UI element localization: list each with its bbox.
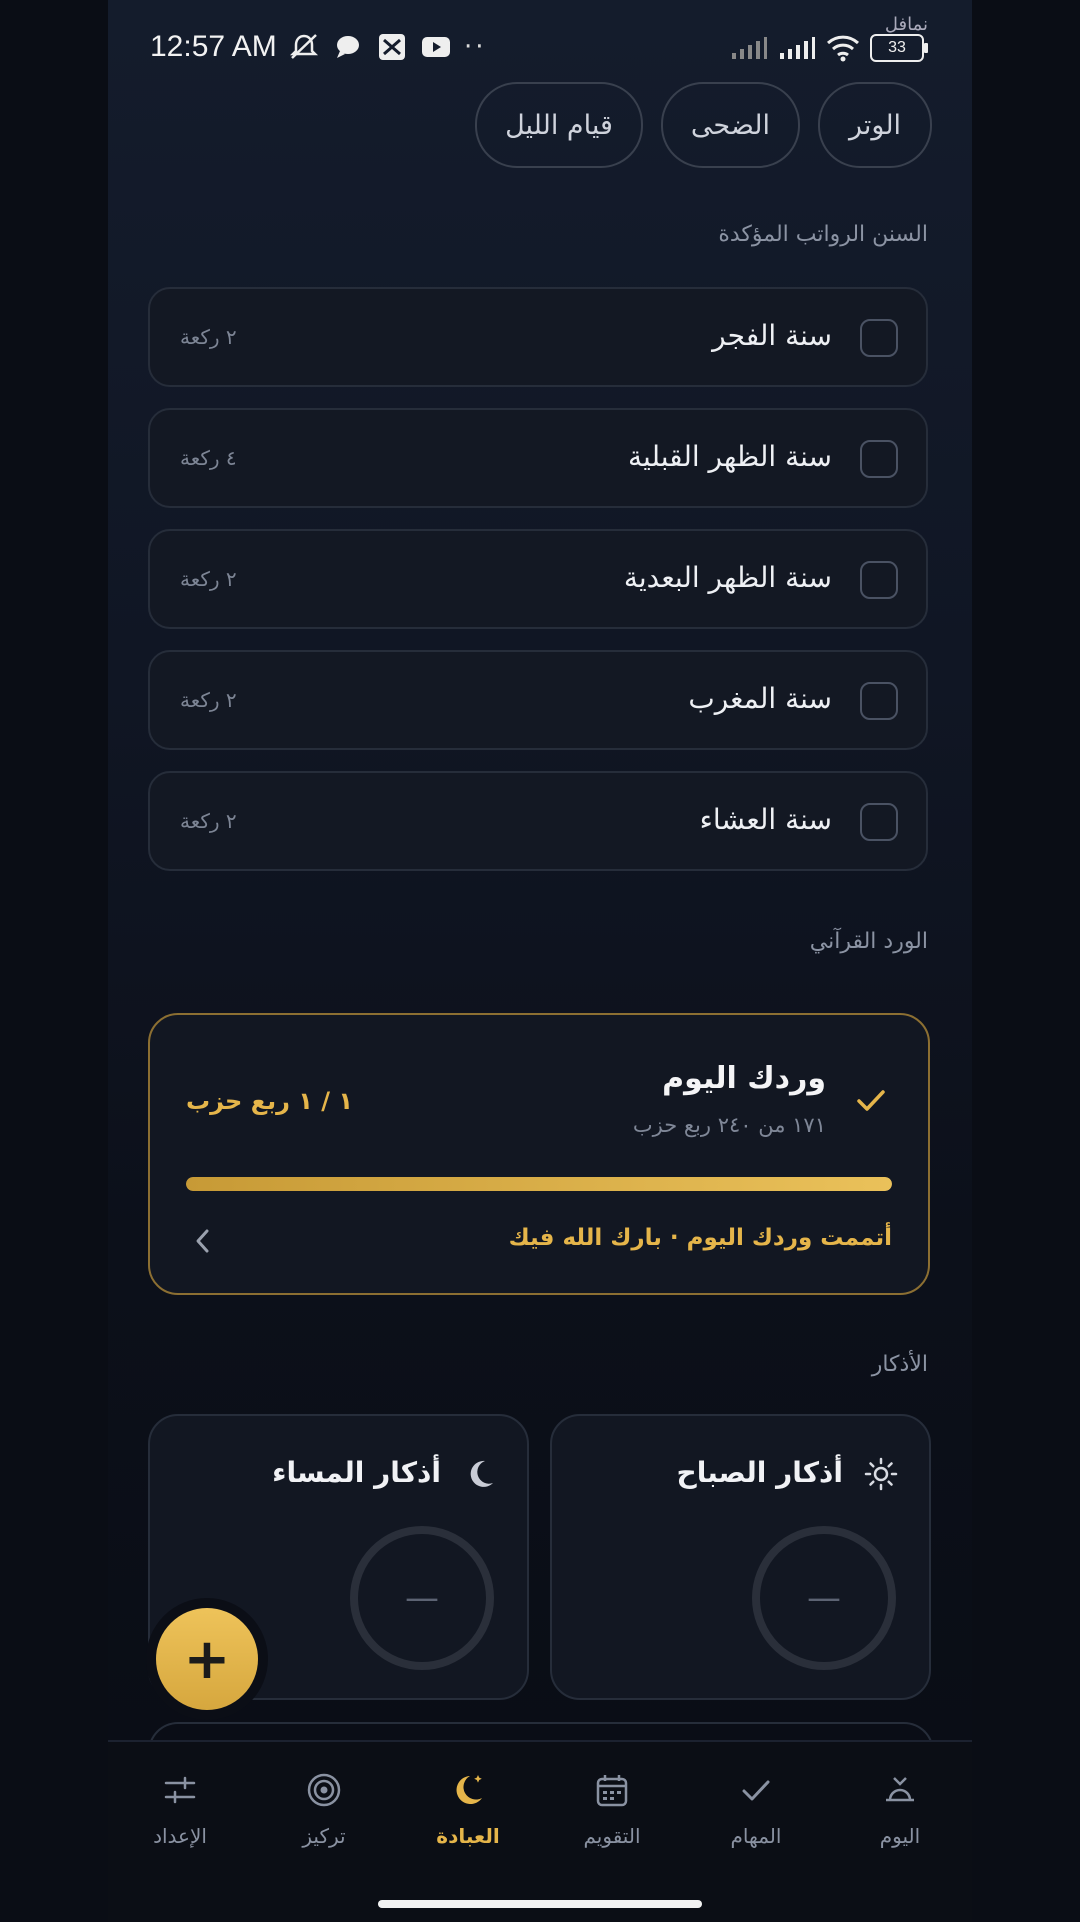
check-icon — [857, 1090, 885, 1111]
adhkar-section-title: الأذكار — [871, 1352, 928, 1377]
rakaat-count: ٢ ركعة — [180, 567, 237, 591]
moon-icon — [470, 1460, 493, 1487]
tab-tasks[interactable]: المهام — [684, 1770, 828, 1848]
app-notification-icon — [379, 34, 405, 60]
sliders-icon — [164, 1776, 196, 1804]
add-fab-button[interactable]: + — [156, 1608, 258, 1710]
check-icon — [742, 1780, 770, 1801]
checkbox[interactable] — [860, 682, 898, 720]
sunnah-row-dhuhr-before[interactable]: سنة الظهر القبلية ٤ ركعة — [148, 408, 928, 508]
rakaat-count: ٢ ركعة — [180, 809, 237, 833]
checkbox[interactable] — [860, 319, 898, 357]
bottom-navigation: اليوم المهام التقويم العبادة تركيز الإعد… — [108, 1740, 972, 1922]
sunnah-row-isha[interactable]: سنة العشاء ٢ ركعة — [148, 771, 928, 871]
wird-complete-message: أتممت وردك اليوم · بارك الله فيك — [508, 1225, 892, 1251]
status-time: 12:57 AM — [150, 30, 277, 63]
tab-label: العبادة — [436, 1824, 500, 1848]
sunnah-section-title: السنن الرواتب المؤكدة — [718, 222, 928, 247]
status-system-icons: 33 — [730, 34, 928, 62]
checkbox[interactable] — [860, 440, 898, 478]
sunnah-label: سنة الفجر — [712, 319, 832, 352]
signal-weak-icon — [732, 37, 767, 59]
wird-progress-text: ١٧١ من ٢٤٠ ربع حزب — [632, 1113, 826, 1137]
target-icon — [307, 1773, 341, 1807]
sunnah-label: سنة العشاء — [699, 803, 832, 836]
sunnah-row-dhuhr-after[interactable]: سنة الظهر البعدية ٢ ركعة — [148, 529, 928, 629]
status-notification-icons: ·· — [288, 32, 487, 62]
tab-label: الإعداد — [153, 1824, 207, 1848]
tab-label: التقويم — [583, 1824, 641, 1848]
battery-indicator: 33 — [870, 34, 928, 62]
youtube-icon — [422, 37, 450, 57]
pill-qiyam[interactable]: قيام الليل — [475, 82, 643, 168]
wird-title: وردك اليوم — [662, 1061, 826, 1096]
tab-calendar[interactable]: التقويم — [540, 1770, 684, 1848]
sun-icon — [864, 1457, 898, 1491]
tab-focus[interactable]: تركيز — [252, 1770, 396, 1848]
sunnah-label: سنة الظهر البعدية — [623, 561, 832, 594]
phone-screen: 12:57 AM ·· نمافل 33 الوتر الضحى قيام ال… — [108, 0, 972, 1922]
evening-adhkar-progress-ring: — — [350, 1526, 494, 1670]
sunnah-label: سنة الظهر القبلية — [627, 440, 832, 473]
tab-label: المهام — [730, 1824, 782, 1848]
today-icon — [886, 1777, 914, 1802]
pill-duha[interactable]: الضحى — [660, 82, 800, 168]
tab-label: تركيز — [302, 1824, 346, 1848]
wird-progress-bar — [186, 1177, 892, 1191]
evening-adhkar-title: أذكار المساء — [272, 1456, 441, 1489]
tab-today[interactable]: اليوم — [828, 1770, 972, 1848]
signal-icon — [780, 37, 815, 59]
sunnah-row-maghrib[interactable]: سنة المغرب ٢ ركعة — [148, 650, 928, 750]
tab-worship[interactable]: العبادة — [396, 1770, 540, 1848]
morning-adhkar-progress-ring: — — [752, 1526, 896, 1670]
rakaat-count: ٢ ركعة — [180, 688, 237, 712]
home-indicator-bar[interactable] — [378, 1900, 702, 1908]
quran-section-title: الورد القرآني — [809, 929, 928, 954]
checkbox[interactable] — [860, 803, 898, 841]
more-notifications-dots: ·· — [464, 32, 487, 62]
sunnah-label: سنة المغرب — [688, 682, 832, 715]
calendar-icon — [596, 1775, 628, 1807]
muted-bell-icon — [289, 34, 319, 59]
rakaat-count: ٤ ركعة — [180, 446, 237, 470]
status-bar: 12:57 AM ·· نمافل 33 — [108, 14, 972, 80]
voluntary-prayer-pills: الوتر الضحى قيام الليل — [475, 82, 932, 168]
sunnah-row-fajr[interactable]: سنة الفجر ٢ ركعة — [148, 287, 928, 387]
wifi-icon — [826, 35, 860, 62]
morning-adhkar-card[interactable]: أذكار الصباح — — [550, 1414, 931, 1700]
chat-bubble-icon — [337, 36, 359, 58]
checkbox[interactable] — [860, 561, 898, 599]
pill-witr[interactable]: الوتر — [818, 82, 932, 168]
rakaat-count: ٢ ركعة — [180, 325, 237, 349]
tab-label: اليوم — [879, 1824, 921, 1848]
daily-wird-card[interactable]: وردك اليوم ١٧١ من ٢٤٠ ربع حزب ١ / ١ ربع … — [148, 1013, 930, 1295]
wird-progress-fill — [186, 1177, 892, 1191]
tab-settings[interactable]: الإعداد — [108, 1770, 252, 1848]
morning-adhkar-title: أذكار الصباح — [676, 1456, 843, 1489]
wird-badge: ١ / ١ ربع حزب — [186, 1087, 354, 1115]
status-notif-tag: نمافل — [884, 14, 928, 35]
crescent-icon — [456, 1775, 482, 1804]
chevron-left-icon[interactable] — [192, 1227, 214, 1255]
